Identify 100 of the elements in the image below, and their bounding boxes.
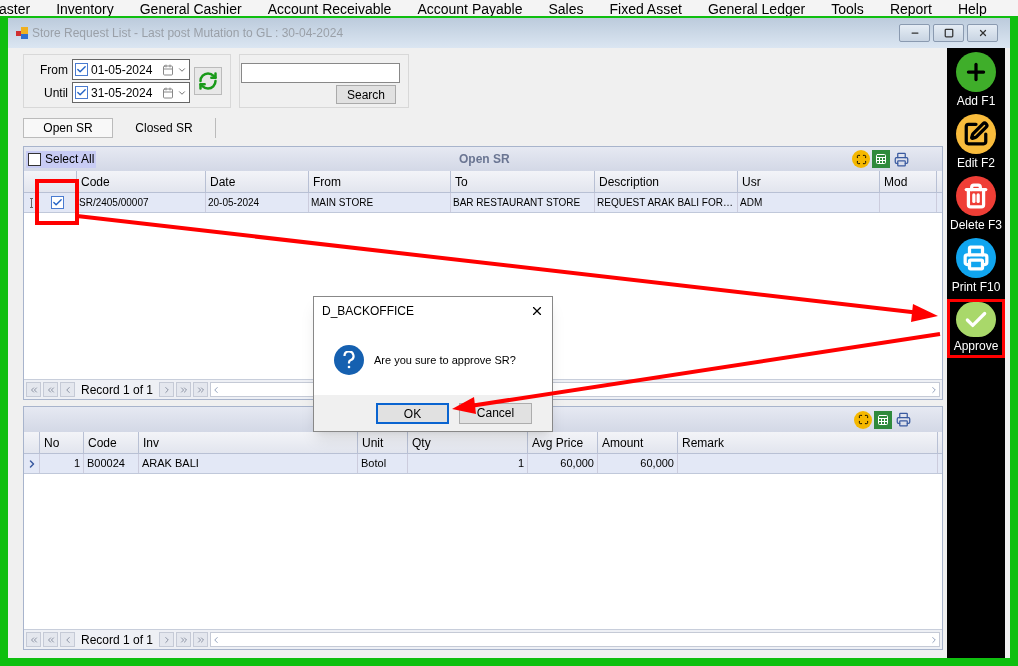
menu-item[interactable]: Sales bbox=[535, 2, 597, 16]
menu-item[interactable]: Inventory bbox=[43, 2, 127, 16]
table-cell-text: BAR RESTAURANT STORE bbox=[453, 196, 581, 210]
refresh-button[interactable] bbox=[194, 67, 222, 95]
row-checkbox[interactable] bbox=[51, 196, 64, 209]
table-cell-text: 1 bbox=[73, 456, 80, 472]
column-header[interactable]: To bbox=[451, 171, 595, 192]
close-button[interactable] bbox=[967, 24, 998, 42]
menu-item[interactable]: aster bbox=[0, 2, 44, 16]
dialog-title: D_BACKOFFICE bbox=[322, 303, 414, 320]
column-header[interactable]: Description bbox=[595, 171, 738, 192]
refresh-icon bbox=[198, 71, 218, 91]
printer-icon[interactable] bbox=[892, 150, 910, 168]
date-checkbox[interactable] bbox=[75, 63, 88, 76]
menu-item[interactable]: General Ledger bbox=[694, 2, 819, 16]
column-header[interactable]: Code bbox=[77, 171, 206, 192]
double-chevron-icon bbox=[28, 384, 39, 395]
double-chevron-icon bbox=[45, 634, 56, 645]
previous-record-button[interactable] bbox=[60, 632, 75, 647]
double-chevron-icon bbox=[195, 384, 206, 395]
plus-icon bbox=[956, 51, 996, 92]
column-header[interactable]: Code bbox=[84, 432, 139, 453]
next-page-button[interactable] bbox=[176, 632, 192, 647]
printer-icon bbox=[956, 237, 996, 278]
previous-page-button[interactable] bbox=[43, 632, 58, 647]
table-cell-text: B00024 bbox=[87, 456, 125, 472]
pencil-icon bbox=[956, 113, 996, 154]
tab[interactable]: Open SR bbox=[23, 118, 113, 138]
restore-icon bbox=[943, 28, 954, 38]
expand-icon[interactable] bbox=[854, 410, 872, 429]
check-icon bbox=[76, 87, 87, 98]
previous-page-button[interactable] bbox=[43, 382, 58, 397]
first-record-button[interactable] bbox=[26, 632, 41, 647]
grid-title: Open SR bbox=[459, 151, 510, 168]
column-header[interactable]: Amount bbox=[598, 432, 678, 453]
grid-glyph-icon bbox=[875, 153, 887, 165]
close-icon[interactable] bbox=[530, 304, 544, 318]
restore-button[interactable] bbox=[933, 24, 964, 42]
toolbar-button[interactable]: Edit F2 bbox=[947, 113, 1005, 172]
table-row[interactable]: SR/2405/00007 20-05-2024 MAIN STORE BAR RESTAURANT STORE REQUEST ARAK BALI FOR… ADM bbox=[24, 193, 942, 213]
last-record-button[interactable] bbox=[193, 632, 209, 647]
menu-item[interactable]: Account Payable bbox=[404, 2, 536, 16]
last-record-button[interactable] bbox=[193, 382, 209, 397]
toolbar-button[interactable]: Approve bbox=[947, 299, 1005, 358]
table-cell-text: Botol bbox=[361, 456, 387, 472]
column-header[interactable]: Mod bbox=[880, 171, 937, 192]
trash-icon bbox=[956, 175, 996, 216]
expand-icon[interactable] bbox=[852, 150, 870, 168]
spreadsheet-icon[interactable] bbox=[872, 150, 890, 168]
date-picker[interactable]: 01-05-2024 bbox=[72, 59, 190, 80]
menu-item[interactable]: General Cashier bbox=[126, 2, 255, 16]
previous-record-button[interactable] bbox=[60, 382, 75, 397]
next-record-button[interactable] bbox=[159, 382, 175, 397]
menu-item[interactable]: Help bbox=[944, 2, 1000, 16]
toolbar-button[interactable]: Print F10 bbox=[947, 237, 1005, 296]
menu-item[interactable]: Fixed Asset bbox=[596, 2, 695, 16]
table-cell-text: 60,000 bbox=[640, 456, 674, 472]
menu-item[interactable]: Account Receivable bbox=[254, 2, 405, 16]
column-header[interactable]: From bbox=[309, 171, 451, 192]
spreadsheet-icon[interactable] bbox=[874, 410, 892, 429]
column-header[interactable]: Date bbox=[206, 171, 309, 192]
record-counter: Record 1 of 1 bbox=[80, 631, 155, 649]
next-page-button[interactable] bbox=[176, 382, 192, 397]
horizontal-scrollbar[interactable] bbox=[210, 632, 940, 647]
printer-icon[interactable] bbox=[894, 410, 912, 429]
row-indicator-icon bbox=[29, 197, 33, 208]
scroll-right-icon[interactable] bbox=[929, 634, 939, 645]
calendar-icon[interactable] bbox=[162, 63, 174, 76]
search-button[interactable]: Search bbox=[336, 85, 396, 104]
table-cell-text: ADM bbox=[740, 196, 763, 210]
record-counter: Record 1 of 1 bbox=[80, 381, 155, 399]
column-header[interactable]: Usr bbox=[738, 171, 880, 192]
check-icon bbox=[76, 64, 87, 75]
search-field[interactable] bbox=[241, 63, 400, 83]
table-cell-text: SR/2405/00007 bbox=[79, 196, 149, 210]
dialog-button[interactable]: OK bbox=[376, 402, 449, 424]
menu-item[interactable]: Report bbox=[876, 2, 945, 16]
toolbar-button[interactable]: Add F1 bbox=[947, 51, 1005, 110]
next-record-button[interactable] bbox=[159, 632, 175, 647]
select-all-checkbox[interactable]: Select All bbox=[26, 150, 97, 168]
column-header[interactable]: Remark bbox=[678, 432, 938, 453]
menu-item[interactable]: Tools bbox=[818, 2, 877, 16]
date-checkbox[interactable] bbox=[75, 86, 88, 99]
check-icon bbox=[956, 302, 996, 337]
tab[interactable]: Closed SR bbox=[113, 118, 216, 138]
scroll-right-icon[interactable] bbox=[929, 384, 939, 395]
question-icon bbox=[334, 345, 364, 375]
table-row[interactable]: 1 B00024 ARAK BALI Botol 1 60,000 60,000 bbox=[24, 454, 942, 474]
dialog-message: Are you sure to approve SR? bbox=[374, 352, 516, 368]
double-chevron-icon bbox=[195, 634, 206, 645]
double-chevron-icon bbox=[45, 384, 56, 395]
column-header[interactable]: No bbox=[40, 432, 84, 453]
calendar-icon[interactable] bbox=[162, 86, 174, 99]
expand-glyph-icon bbox=[855, 153, 867, 165]
date-picker[interactable]: 31-05-2024 bbox=[72, 82, 190, 103]
toolbar-button[interactable]: Delete F3 bbox=[947, 175, 1005, 234]
first-record-button[interactable] bbox=[26, 382, 41, 397]
table-cell-text: ARAK BALI bbox=[142, 456, 199, 472]
expand-glyph-icon bbox=[857, 414, 869, 425]
highlight-frame bbox=[35, 179, 79, 225]
